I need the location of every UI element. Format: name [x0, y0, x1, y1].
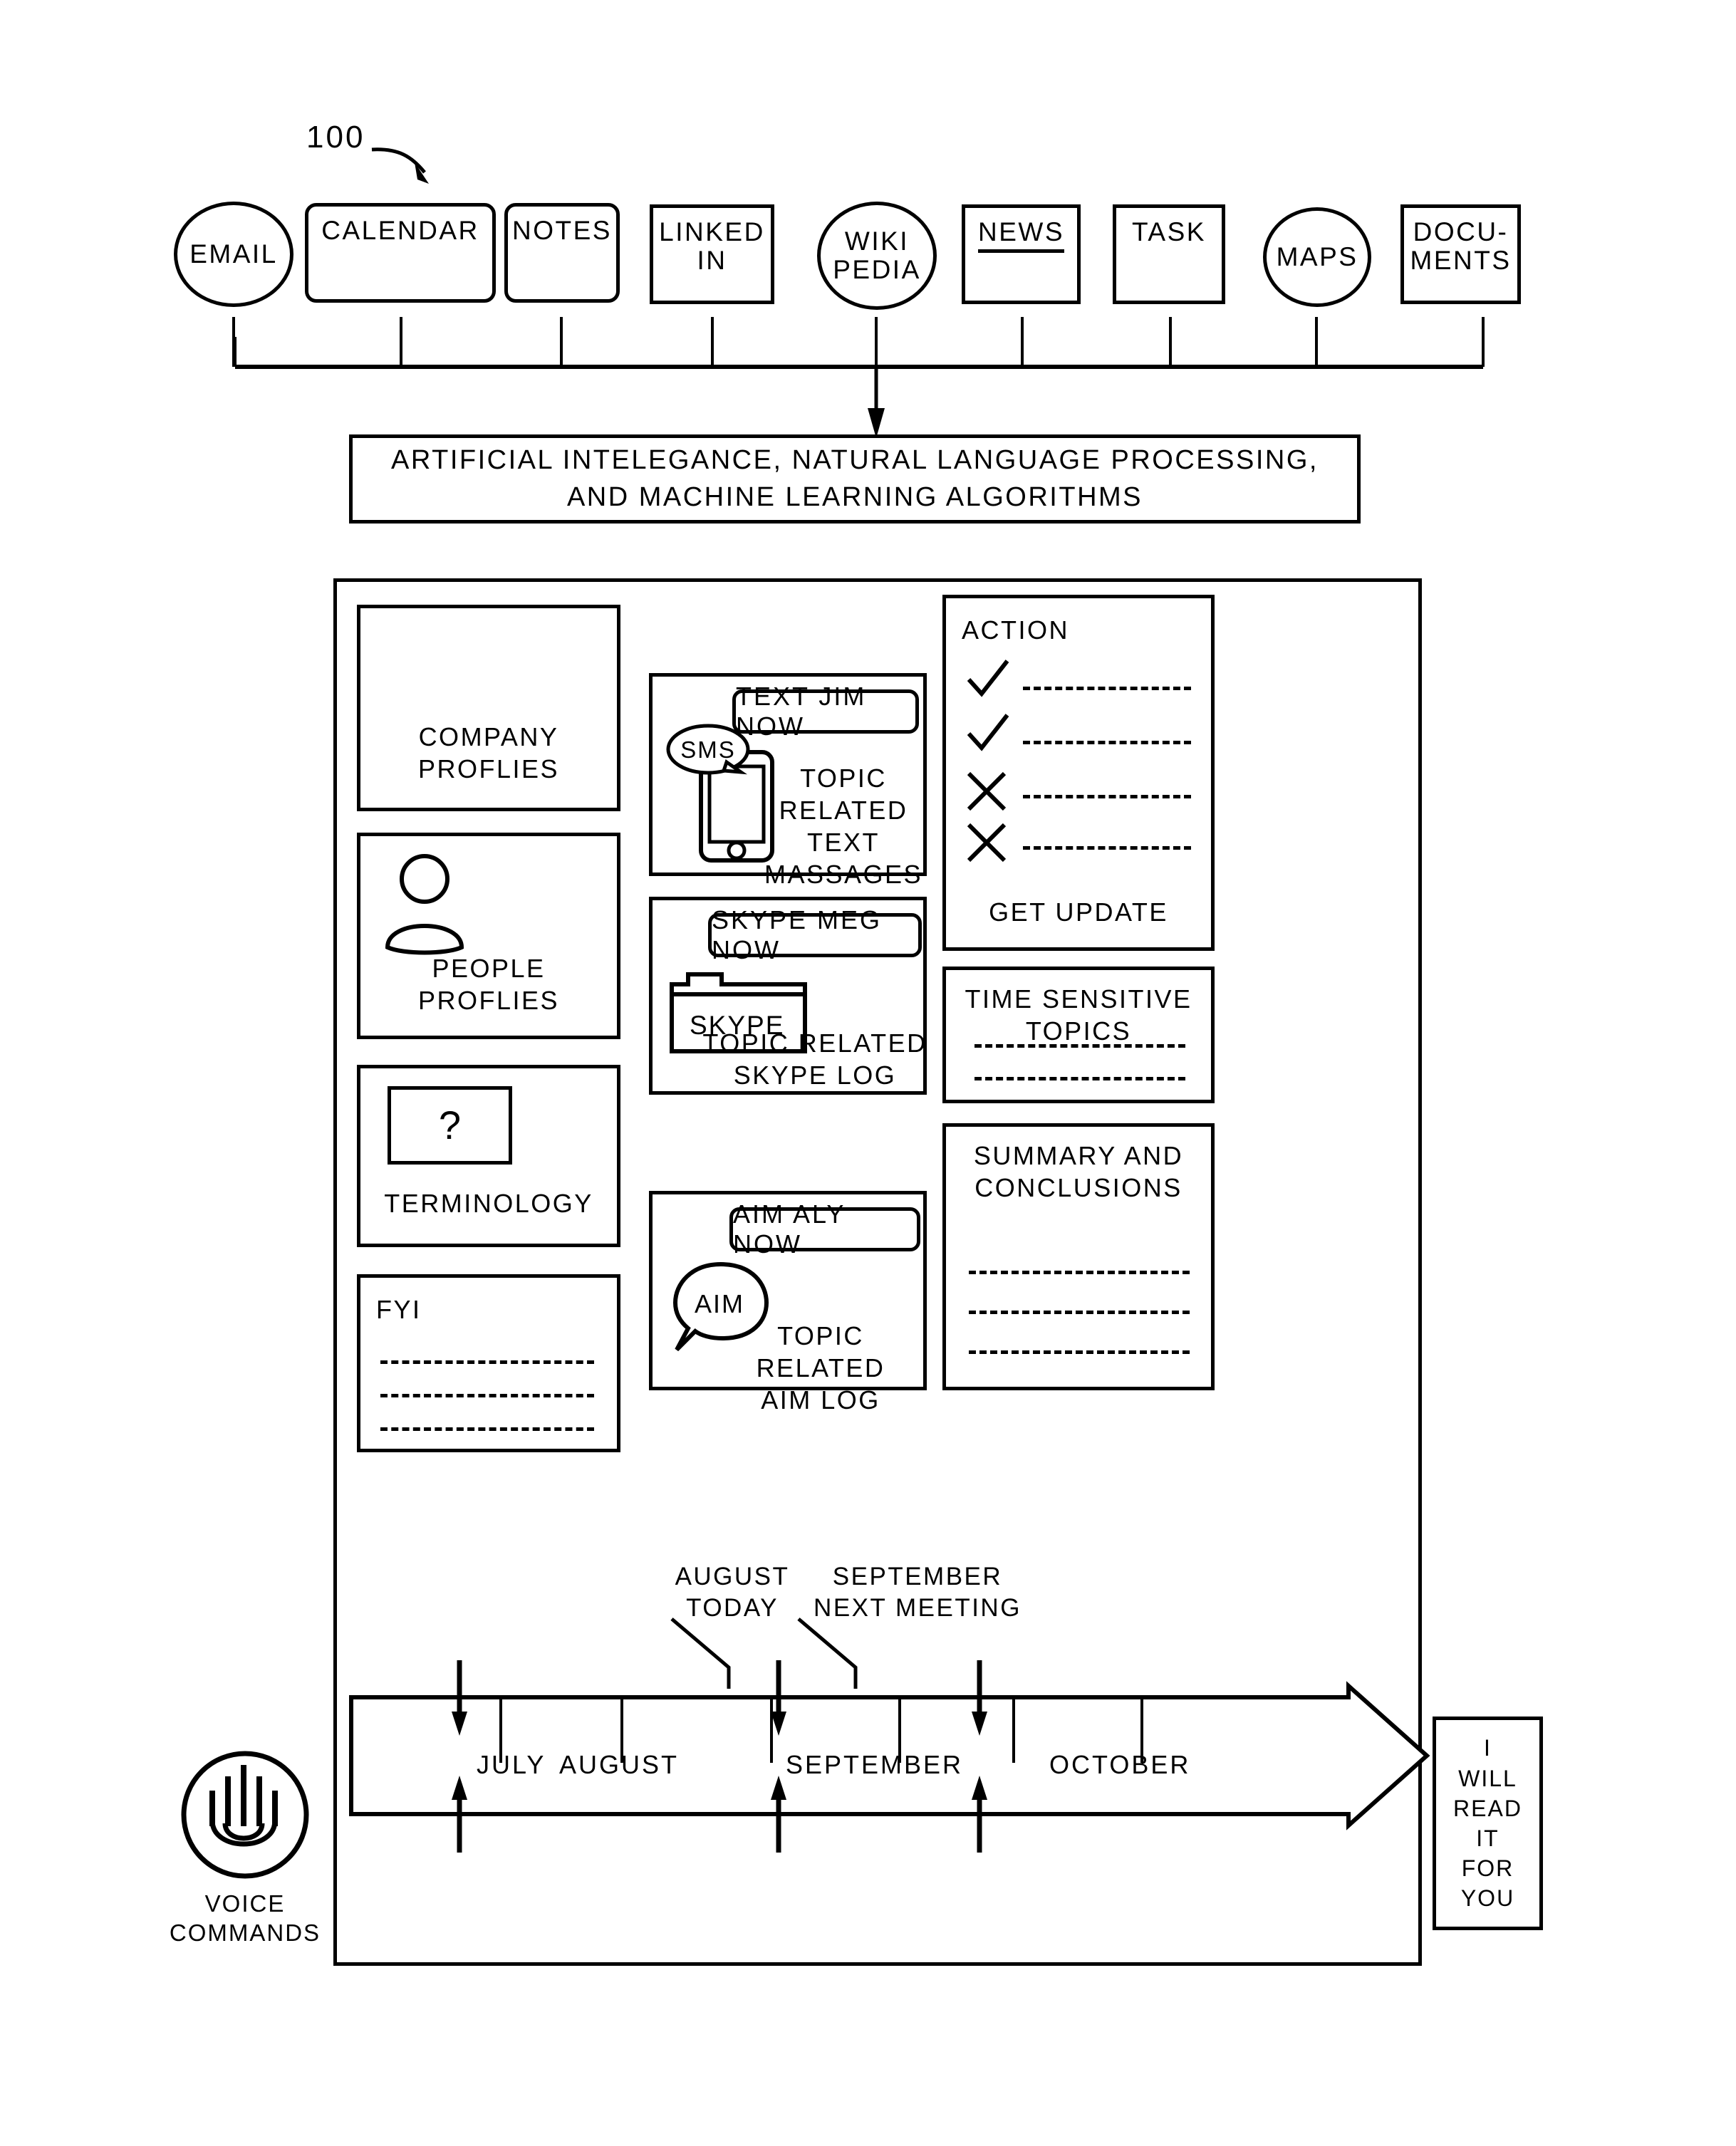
question-mark-glyph: ? [438, 1103, 462, 1147]
source-label-calendar: CALENDAR [321, 216, 479, 245]
source-node-notes[interactable]: NOTES [504, 203, 620, 303]
summary-line-3 [969, 1350, 1190, 1354]
source-label-documents: DOCU- MENTS [1410, 217, 1512, 275]
source-node-task[interactable]: TASK [1113, 204, 1225, 304]
source-label-email: EMAIL [189, 239, 278, 269]
dashboard-panel: COMPANY PROFLIES PEOPLE PROFLIES ? TERMI… [333, 578, 1430, 1966]
source-node-calendar[interactable]: CALENDAR [305, 203, 496, 303]
panel-terminology[interactable]: ? TERMINOLOGY [357, 1065, 620, 1247]
reference-lead-line-icon [371, 147, 429, 184]
fyi-line-3 [380, 1427, 594, 1431]
voice-commands-caption: VOICE COMMANDS [169, 1890, 321, 1947]
check-icon-1 [967, 660, 1009, 697]
aim-aly-now-button[interactable]: AIM ALY NOW [729, 1199, 920, 1259]
panel-title-summary: SUMMARY AND CONCLUSIONS [973, 1141, 1184, 1202]
panel-title-action: ACTION [962, 615, 1070, 645]
source-label-notes: NOTES [512, 216, 612, 245]
panel-title-company-profiles: COMPANY PROFLIES [417, 722, 560, 783]
panel-fyi[interactable]: FYI [357, 1274, 620, 1452]
patent-figure: 100 EMAIL CALENDAR NOTES LINKED IN WIKI … [0, 0, 1736, 2146]
source-node-documents[interactable]: DOCU- MENTS [1400, 204, 1521, 304]
panel-title-fyi: FYI [376, 1295, 422, 1324]
svg-text:AIM: AIM [695, 1289, 744, 1318]
panel-text-messages[interactable]: TEXT JIM NOW SMS TOPIC RELATED TEXT MASS… [649, 673, 927, 921]
panel-summary-conclusions[interactable]: SUMMARY AND CONCLUSIONS [942, 1123, 1215, 1390]
action-line-2 [1023, 741, 1191, 744]
ai-engine-box: ARTIFICIAL INTELEGANCE, NATURAL LANGUAGE… [349, 434, 1361, 524]
source-bus-connector-icon [232, 317, 1485, 438]
summary-line-2 [969, 1311, 1190, 1314]
cross-icon-1 [967, 771, 1007, 811]
time-sensitive-line-2 [974, 1077, 1185, 1080]
get-update-button[interactable]: GET UPDATE [946, 896, 1211, 928]
source-label-wikipedia: WIKI PEDIA [833, 226, 921, 284]
cross-icon-2 [967, 823, 1007, 863]
text-jim-now-button[interactable]: TEXT JIM NOW [732, 682, 919, 741]
source-node-linkedin[interactable]: LINKED IN [650, 204, 774, 304]
person-icon [385, 854, 464, 955]
check-icon-2 [967, 714, 1009, 751]
panel-company-profiles[interactable]: COMPANY PROFLIES [357, 605, 620, 811]
svg-text:SMS: SMS [680, 736, 736, 763]
action-line-4 [1023, 846, 1191, 850]
panel-title-terminology: TERMINOLOGY [384, 1189, 593, 1218]
timeline-month-july: JULY [477, 1750, 546, 1779]
action-line-1 [1023, 687, 1191, 690]
source-node-news[interactable]: NEWS [962, 204, 1081, 304]
voice-waveform-icon[interactable] [177, 1746, 313, 1883]
read-aloud-text: I WILL READ IT FOR YOU [1453, 1735, 1522, 1912]
time-sensitive-line-1 [974, 1044, 1185, 1048]
timeline-month-october: OCTOBER [1049, 1750, 1191, 1779]
panel-time-sensitive-topics[interactable]: TIME SENSITIVE TOPICS [942, 967, 1215, 1103]
source-label-news: NEWS [978, 218, 1064, 253]
reference-numeral-100: 100 [306, 120, 365, 155]
timeline-month-september: SEPTEMBER [786, 1750, 964, 1779]
skype-meg-now-button[interactable]: SKYPE MEG NOW [708, 905, 922, 964]
read-aloud-box[interactable]: I WILL READ IT FOR YOU [1433, 1717, 1543, 1930]
question-mark-icon: ? [388, 1086, 512, 1165]
panel-action[interactable]: ACTION GET UPDATE [942, 595, 1215, 951]
action-line-3 [1023, 795, 1191, 798]
fyi-line-2 [380, 1394, 594, 1397]
ai-engine-line2: AND MACHINE LEARNING ALGORITHMS [566, 481, 1143, 512]
ai-engine-line1: ARTIFICIAL INTELEGANCE, NATURAL LANGUAGE… [391, 445, 1319, 476]
source-node-maps[interactable]: MAPS [1263, 207, 1371, 307]
timeline-month-august: AUGUST [559, 1750, 680, 1779]
source-label-task: TASK [1132, 217, 1206, 246]
source-label-maps: MAPS [1276, 242, 1358, 272]
source-node-email[interactable]: EMAIL [174, 202, 293, 307]
panel-title-people-profiles: PEOPLE PROFLIES [417, 954, 560, 1015]
source-label-linkedin: LINKED IN [659, 217, 765, 275]
timeline-leader-lines-icon [670, 1618, 858, 1689]
panel-people-profiles[interactable]: PEOPLE PROFLIES [357, 833, 620, 1039]
summary-line-1 [969, 1271, 1190, 1274]
panel-skype[interactable]: SKYPE MEG NOW SKYPE TOPIC RELATED SKYPE … [649, 897, 927, 1095]
caption-skype: TOPIC RELATED SKYPE LOG [702, 1028, 927, 1090]
fyi-line-1 [380, 1360, 594, 1364]
panel-title-time-sensitive: TIME SENSITIVE TOPICS [965, 984, 1192, 1046]
source-node-wikipedia[interactable]: WIKI PEDIA [817, 202, 937, 310]
panel-aim[interactable]: AIM ALY NOW AIM TOPIC RELATED AIM LOG [649, 1191, 927, 1415]
caption-aim: TOPIC RELATED AIM LOG [756, 1321, 885, 1415]
